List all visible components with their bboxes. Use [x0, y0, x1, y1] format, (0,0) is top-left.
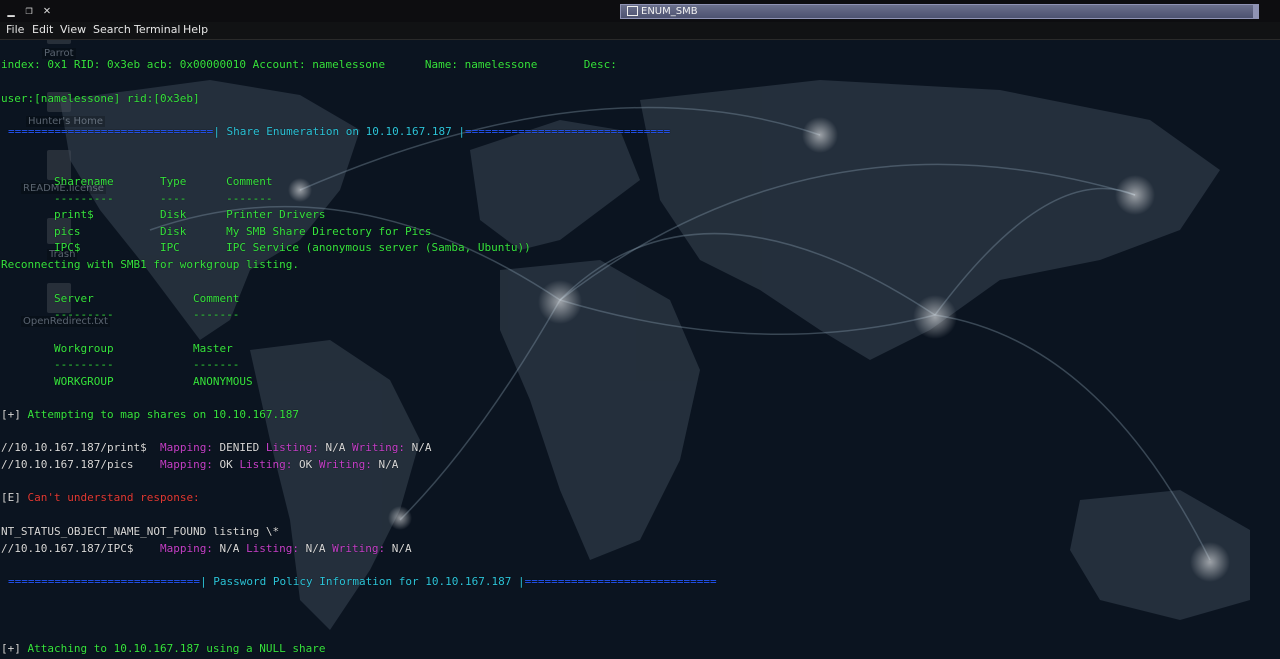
menu-terminal[interactable]: Terminal: [134, 23, 181, 37]
banner-rule: =============================: [8, 575, 201, 588]
share-row: print$ Disk Printer Drivers: [1, 208, 326, 221]
menu-bar: File Edit View Search Terminal Help: [0, 22, 1280, 40]
pics-share-line: //10.10.167.187/pics Mapping: OK Listing…: [1, 458, 398, 471]
banner-rule: =============================: [524, 575, 717, 588]
listing-label: Listing:: [246, 542, 300, 555]
window-title: ENUM_SMB: [641, 6, 698, 17]
menu-help[interactable]: Help: [183, 23, 208, 37]
menu-view[interactable]: View: [60, 23, 86, 37]
workgroup-table-separator: --------- -------: [1, 358, 240, 371]
user-rid-line: user:[namelessone] rid:[0x3eb]: [1, 92, 200, 105]
attach-text: Attaching to 10.10.167.187 using a NULL …: [20, 642, 326, 655]
minimize-icon[interactable]: ▁: [4, 3, 18, 17]
mapping-label: Mapping:: [159, 441, 213, 454]
print-share-line: //10.10.167.187/print$ Mapping: DENIED L…: [1, 441, 432, 454]
reconnect-line: Reconnecting with SMB1 for workgroup lis…: [1, 258, 300, 271]
mapping-value: DENIED: [212, 441, 266, 454]
window-title-area[interactable]: ENUM_SMB: [620, 4, 1259, 19]
share-table-separator: --------- ---- -------: [1, 192, 273, 205]
error-text: Can't understand response:: [20, 491, 200, 504]
workgroup-row: WORKGROUP ANONYMOUS: [1, 375, 253, 388]
share-row: pics Disk My SMB Share Directory for Pic…: [1, 225, 432, 238]
ipc-share-line: //10.10.167.187/IPC$ Mapping: N/A Listin…: [1, 542, 412, 555]
menu-search[interactable]: Search: [93, 23, 131, 37]
listing-value: OK: [292, 458, 319, 471]
banner-title: | Share Enumeration on 10.10.167.187 |: [213, 125, 465, 138]
mapping-value: N/A: [212, 542, 247, 555]
banner-rule: ===============================: [8, 125, 214, 138]
writing-value: N/A: [371, 458, 399, 471]
attach-line: [+] Attaching to 10.10.167.187 using a N…: [1, 642, 326, 655]
error-line: [E] Can't understand response:: [1, 491, 200, 504]
restore-icon[interactable]: ❐: [22, 3, 36, 17]
workgroup-table-header: Workgroup Master: [1, 342, 233, 355]
listing-value: N/A: [318, 441, 353, 454]
listing-value: N/A: [299, 542, 333, 555]
share-table-header: Sharename Type Comment: [1, 175, 273, 188]
password-policy-banner: =============================| Password …: [8, 575, 717, 588]
mapping-label: Mapping:: [159, 542, 213, 555]
user-enum-line: index: 0x1 RID: 0x3eb acb: 0x00000010 Ac…: [1, 58, 617, 71]
server-table-separator: --------- -------: [1, 308, 240, 321]
writing-label: Writing:: [352, 441, 406, 454]
error-prefix: [E]: [1, 491, 21, 504]
info-prefix: [+]: [1, 642, 21, 655]
mapping-value: OK: [212, 458, 240, 471]
banner-title: | Password Policy Information for 10.10.…: [200, 575, 525, 588]
share-path: //10.10.167.187/pics: [1, 458, 134, 471]
listing-label: Listing:: [265, 441, 319, 454]
share-enum-banner: ===============================| Share E…: [8, 125, 670, 138]
map-shares-text: Attempting to map shares on 10.10.167.18…: [20, 408, 300, 421]
info-prefix: [+]: [1, 408, 21, 421]
share-row: IPC$ IPC IPC Service (anonymous server (…: [1, 241, 531, 254]
banner-rule: ===============================: [464, 125, 671, 138]
writing-value: N/A: [405, 441, 432, 454]
listing-label: Listing:: [239, 458, 293, 471]
share-path: //10.10.167.187/IPC$: [1, 542, 134, 555]
menu-file[interactable]: File: [6, 23, 24, 37]
server-table-header: Server Comment: [1, 292, 240, 305]
writing-value: N/A: [385, 542, 412, 555]
map-shares-line: [+] Attempting to map shares on 10.10.16…: [1, 408, 299, 421]
window-titlebar: ▁ ❐ ✕ ENUM_SMB: [0, 0, 1280, 23]
title-strip-edge: [1253, 4, 1259, 19]
writing-label: Writing:: [318, 458, 372, 471]
close-icon[interactable]: ✕: [40, 3, 54, 17]
terminal-icon: [627, 6, 638, 16]
menu-edit[interactable]: Edit: [32, 23, 53, 37]
writing-label: Writing:: [332, 542, 386, 555]
nt-status-line: NT_STATUS_OBJECT_NAME_NOT_FOUND listing …: [1, 525, 280, 538]
mapping-label: Mapping:: [159, 458, 213, 471]
share-path: //10.10.167.187/print$: [1, 441, 147, 454]
